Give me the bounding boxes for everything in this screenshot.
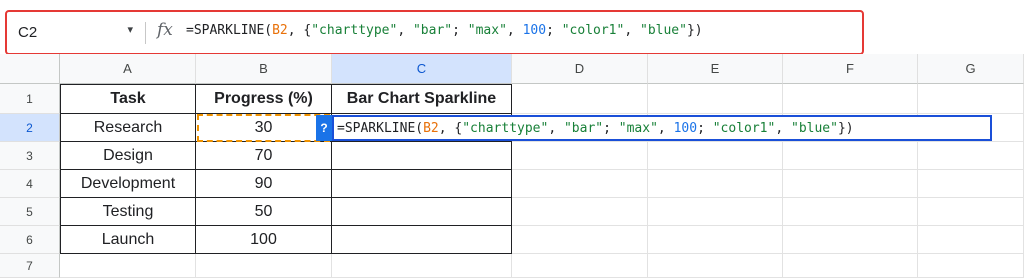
column-header-b[interactable]: B bbox=[196, 54, 332, 84]
column-header-f[interactable]: F bbox=[783, 54, 918, 84]
empty-cell[interactable] bbox=[512, 142, 648, 170]
spreadsheet-grid: A B C D E F G 1 2 3 4 5 6 7 Task Progress (%) Bar Chart … bbox=[0, 54, 1024, 278]
editor-token: , bbox=[548, 120, 564, 136]
editor-token: "bar" bbox=[563, 120, 604, 136]
empty-cell[interactable] bbox=[783, 198, 918, 226]
table-cell[interactable]: 30 bbox=[196, 114, 332, 142]
select-all-corner[interactable] bbox=[0, 54, 60, 84]
table-header-cell[interactable]: Bar Chart Sparkline bbox=[332, 84, 512, 114]
column-header-c[interactable]: C bbox=[332, 54, 512, 84]
empty-cell[interactable] bbox=[918, 226, 1024, 254]
formula-token: "bar" bbox=[412, 23, 453, 38]
name-box[interactable]: C2 ▾ bbox=[10, 20, 135, 44]
empty-cell[interactable] bbox=[60, 254, 196, 278]
formula-token: "color1" bbox=[561, 23, 625, 38]
formula-token: B2 bbox=[272, 23, 288, 38]
empty-cell[interactable] bbox=[512, 254, 648, 278]
cell-editor-input[interactable]: =SPARKLINE(B2, {"charttype", "bar"; "max… bbox=[332, 115, 992, 141]
editor-token: "color1" bbox=[712, 120, 776, 136]
empty-cell[interactable] bbox=[648, 254, 783, 278]
formula-token: "charttype" bbox=[311, 23, 398, 38]
row-header-4[interactable]: 4 bbox=[0, 170, 60, 198]
row-header-7[interactable]: 7 bbox=[0, 254, 60, 278]
formula-bar-divider bbox=[145, 22, 146, 44]
column-header-g[interactable]: G bbox=[918, 54, 1024, 84]
formula-token: , bbox=[397, 23, 413, 38]
empty-cell[interactable] bbox=[512, 226, 648, 254]
empty-cell[interactable] bbox=[783, 226, 918, 254]
editor-token: , { bbox=[438, 120, 463, 136]
formula-token: "max" bbox=[467, 23, 507, 38]
empty-cell[interactable] bbox=[512, 84, 648, 114]
empty-cell[interactable] bbox=[648, 142, 783, 170]
table-cell[interactable]: 70 bbox=[196, 142, 332, 170]
formula-token: "blue" bbox=[640, 23, 687, 38]
editor-token: =SPARKLINE( bbox=[337, 120, 424, 136]
formula-token: , bbox=[624, 23, 640, 38]
cell-editor[interactable]: ? =SPARKLINE(B2, {"charttype", "bar"; "m… bbox=[316, 115, 992, 141]
empty-cell[interactable] bbox=[783, 84, 918, 114]
column-header-e[interactable]: E bbox=[648, 54, 783, 84]
formula-help-icon[interactable]: ? bbox=[316, 115, 332, 141]
row-header-3[interactable]: 3 bbox=[0, 142, 60, 170]
formula-token: =SPARKLINE( bbox=[186, 23, 273, 38]
table-cell[interactable]: Development bbox=[60, 170, 196, 198]
empty-cell[interactable] bbox=[783, 254, 918, 278]
table-cell[interactable]: 90 bbox=[196, 170, 332, 198]
empty-cell[interactable] bbox=[648, 84, 783, 114]
formula-token: 100 bbox=[522, 23, 547, 38]
row-header-6[interactable]: 6 bbox=[0, 226, 60, 254]
empty-cell[interactable] bbox=[918, 198, 1024, 226]
editor-token: }) bbox=[837, 120, 854, 136]
empty-cell[interactable] bbox=[512, 198, 648, 226]
empty-cell[interactable] bbox=[783, 170, 918, 198]
formula-input[interactable]: =SPARKLINE(B2, {"charttype", "bar"; "max… bbox=[186, 23, 703, 38]
empty-cell[interactable] bbox=[783, 142, 918, 170]
editor-token: 100 bbox=[673, 120, 698, 136]
formula-token: ; bbox=[452, 23, 468, 38]
editor-token: B2 bbox=[423, 120, 439, 136]
empty-cell[interactable] bbox=[648, 198, 783, 226]
editor-token: , bbox=[657, 120, 674, 136]
fx-icon: fx bbox=[157, 20, 173, 40]
empty-cell[interactable] bbox=[918, 254, 1024, 278]
table-header-cell[interactable]: Task bbox=[60, 84, 196, 114]
empty-cell[interactable] bbox=[918, 84, 1024, 114]
empty-cell[interactable] bbox=[512, 170, 648, 198]
editor-token: ; bbox=[603, 120, 619, 136]
editor-token: "charttype" bbox=[462, 120, 549, 136]
formula-token: , bbox=[506, 23, 523, 38]
table-cell[interactable] bbox=[332, 226, 512, 254]
editor-token: ; bbox=[697, 120, 713, 136]
dropdown-arrow-icon[interactable]: ▾ bbox=[127, 23, 133, 36]
table-cell[interactable]: 100 bbox=[196, 226, 332, 254]
table-cell[interactable] bbox=[332, 142, 512, 170]
name-box-value: C2 bbox=[18, 23, 38, 41]
column-header-a[interactable]: A bbox=[60, 54, 196, 84]
table-cell[interactable]: Research bbox=[60, 114, 196, 142]
editor-token: , bbox=[775, 120, 791, 136]
table-cell[interactable] bbox=[332, 170, 512, 198]
empty-cell[interactable] bbox=[918, 142, 1024, 170]
formula-token: }) bbox=[686, 23, 703, 38]
empty-cell[interactable] bbox=[332, 254, 512, 278]
table-header-cell[interactable]: Progress (%) bbox=[196, 84, 332, 114]
table-cell[interactable]: 50 bbox=[196, 198, 332, 226]
empty-cell[interactable] bbox=[648, 170, 783, 198]
editor-token: "blue" bbox=[791, 120, 838, 136]
table-cell[interactable]: Launch bbox=[60, 226, 196, 254]
table-cell[interactable] bbox=[332, 198, 512, 226]
table-cell[interactable]: Testing bbox=[60, 198, 196, 226]
formula-token: , { bbox=[287, 23, 312, 38]
row-header-5[interactable]: 5 bbox=[0, 198, 60, 226]
editor-token: "max" bbox=[618, 120, 658, 136]
formula-token: ; bbox=[546, 23, 562, 38]
row-header-1[interactable]: 1 bbox=[0, 84, 60, 114]
empty-cell[interactable] bbox=[918, 170, 1024, 198]
empty-cell[interactable] bbox=[196, 254, 332, 278]
row-header-2[interactable]: 2 bbox=[0, 114, 60, 142]
table-cell[interactable]: Design bbox=[60, 142, 196, 170]
column-header-d[interactable]: D bbox=[512, 54, 648, 84]
empty-cell[interactable] bbox=[648, 226, 783, 254]
